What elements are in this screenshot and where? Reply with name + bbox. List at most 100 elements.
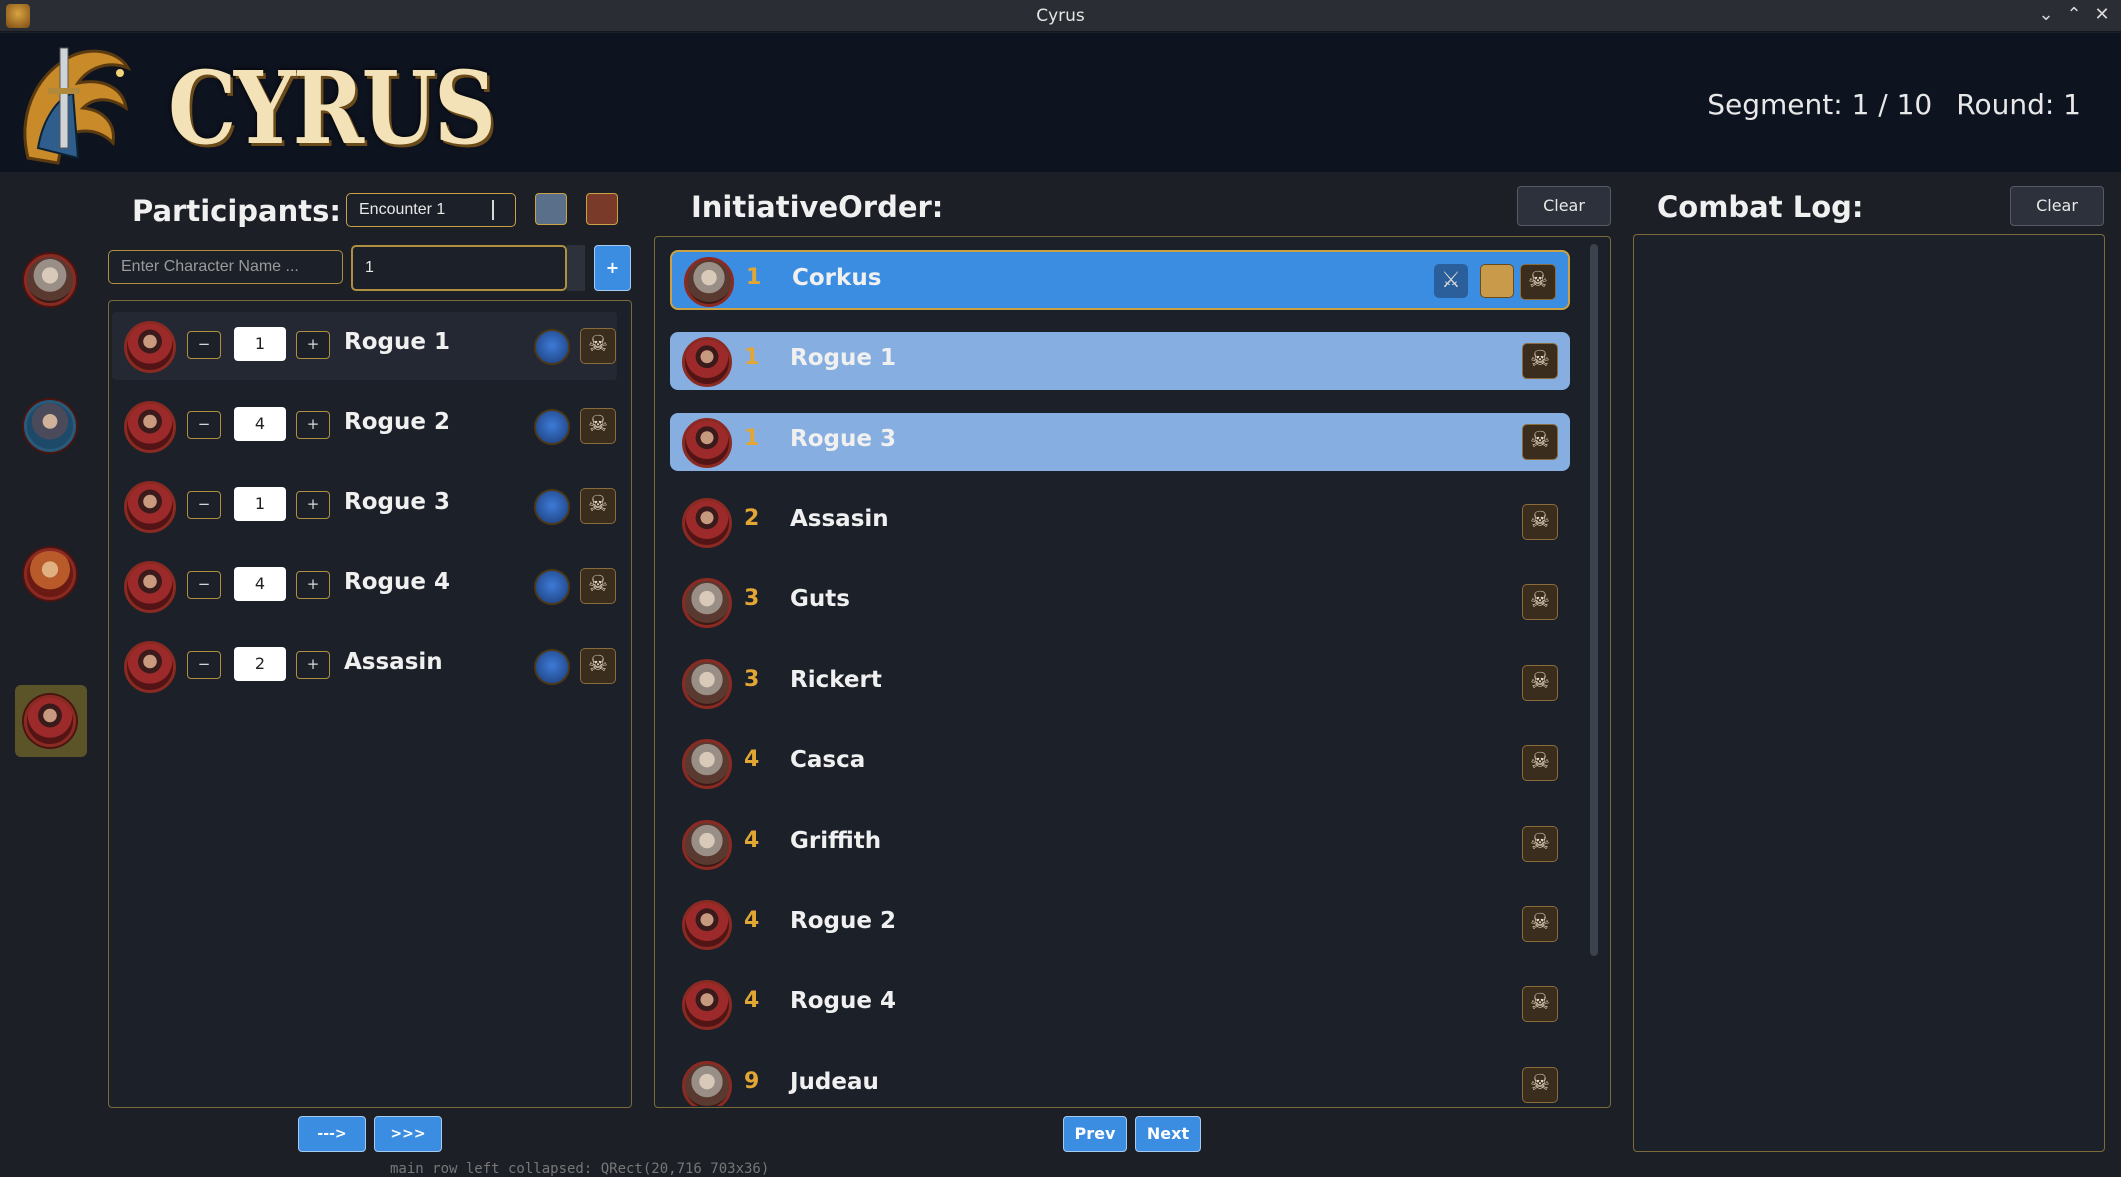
participant-row[interactable]: − 4 + Rogue 2 ☠ — [112, 392, 617, 460]
character-name-input[interactable] — [108, 250, 343, 284]
initiative-avatar — [682, 820, 732, 870]
add-all-button[interactable]: >>> — [374, 1116, 442, 1152]
skull-icon[interactable]: ☠ — [580, 568, 616, 604]
add-selected-button[interactable]: ---> — [298, 1116, 366, 1152]
participant-row[interactable]: − 1 + Rogue 3 ☠ — [112, 472, 617, 540]
hooded-figure-icon[interactable] — [534, 409, 570, 445]
count-spinner[interactable] — [567, 245, 585, 291]
quantity-field[interactable]: 4 — [234, 567, 286, 601]
initiative-row[interactable]: 4 Rogue 2 ☠ — [670, 895, 1570, 953]
spellbook-icon[interactable] — [1480, 264, 1514, 298]
increment-button[interactable]: + — [296, 491, 330, 519]
clear-log-button[interactable]: Clear — [2010, 186, 2104, 226]
initiative-number: 3 — [744, 667, 760, 692]
quantity-field[interactable]: 4 — [234, 407, 286, 441]
window-title: Cyrus — [1036, 6, 1085, 26]
initiative-row[interactable]: 2 Assasin ☠ — [670, 493, 1570, 551]
skull-icon[interactable]: ☠ — [1522, 826, 1558, 862]
quantity-field[interactable]: 1 — [234, 487, 286, 521]
maximize-icon[interactable]: ⌃ — [2062, 3, 2086, 27]
initiative-heading: InitiativeOrder: — [691, 190, 944, 224]
decrement-button[interactable]: − — [187, 491, 221, 519]
hooded-figure-icon[interactable] — [534, 649, 570, 685]
app-logo-text: CYRUS — [168, 49, 496, 167]
participant-row[interactable]: − 1 + Rogue 1 ☠ — [112, 312, 617, 380]
initiative-row-active[interactable]: 1 Corkus ⚔ ☠ — [670, 250, 1570, 310]
initiative-avatar — [682, 980, 732, 1030]
participant-name: Rogue 1 — [344, 329, 450, 355]
initiative-number: 2 — [744, 506, 760, 531]
initiative-name: Guts — [790, 586, 850, 612]
dragon-logo-icon — [8, 38, 168, 170]
clear-initiative-button[interactable]: Clear — [1517, 186, 1611, 226]
initiative-avatar — [682, 337, 732, 387]
next-turn-button[interactable]: Next — [1135, 1116, 1201, 1152]
load-encounter-icon[interactable] — [535, 193, 567, 225]
increment-button[interactable]: + — [296, 651, 330, 679]
skull-icon[interactable]: ☠ — [1520, 264, 1556, 300]
skull-icon[interactable]: ☠ — [1522, 343, 1558, 379]
skull-icon[interactable]: ☠ — [1522, 504, 1558, 540]
increment-button[interactable]: + — [296, 571, 330, 599]
initiative-row[interactable]: 1 Rogue 1 ☠ — [670, 332, 1570, 390]
skull-icon[interactable]: ☠ — [1522, 584, 1558, 620]
participant-row[interactable]: − 2 + Assasin ☠ — [112, 632, 617, 700]
initiative-number: 4 — [744, 988, 760, 1013]
initiative-number: 4 — [744, 908, 760, 933]
initiative-number: 1 — [744, 345, 760, 370]
hooded-figure-icon[interactable] — [534, 569, 570, 605]
skull-icon[interactable]: ☠ — [1522, 986, 1558, 1022]
save-encounter-icon[interactable] — [586, 193, 618, 225]
initiative-scrollbar[interactable] — [1590, 244, 1598, 956]
hooded-figure-icon[interactable] — [534, 489, 570, 525]
skull-icon[interactable]: ☠ — [580, 488, 616, 524]
prev-turn-button[interactable]: Prev — [1063, 1116, 1127, 1152]
rail-avatar-rogue[interactable] — [24, 695, 76, 747]
round-counter: Round: 1 — [1956, 88, 2081, 121]
decrement-button[interactable]: − — [187, 651, 221, 679]
initiative-row[interactable]: 4 Rogue 4 ☠ — [670, 975, 1570, 1033]
minimize-icon[interactable]: ⌄ — [2034, 3, 2058, 27]
encounter-select[interactable] — [346, 193, 516, 227]
initiative-number: 1 — [744, 426, 760, 451]
skull-icon[interactable]: ☠ — [580, 408, 616, 444]
initiative-row[interactable]: 4 Casca ☠ — [670, 734, 1570, 792]
character-count-input[interactable] — [351, 245, 567, 291]
initiative-name: Rogue 1 — [790, 345, 896, 371]
initiative-row[interactable]: 4 Griffith ☠ — [670, 815, 1570, 873]
rail-avatar-old-man[interactable] — [24, 254, 76, 306]
skull-icon[interactable]: ☠ — [1522, 665, 1558, 701]
rail-avatar-warrior[interactable] — [24, 400, 76, 452]
initiative-number: 4 — [744, 747, 760, 772]
close-icon[interactable]: ✕ — [2090, 3, 2114, 27]
decrement-button[interactable]: − — [187, 411, 221, 439]
add-participant-button[interactable]: + — [594, 245, 631, 291]
skull-icon[interactable]: ☠ — [1522, 906, 1558, 942]
skull-icon[interactable]: ☠ — [580, 648, 616, 684]
combat-log-panel — [1633, 234, 2105, 1152]
initiative-number: 9 — [744, 1069, 760, 1094]
skull-icon[interactable]: ☠ — [1522, 1067, 1558, 1103]
skull-icon[interactable]: ☠ — [580, 328, 616, 364]
quantity-field[interactable]: 2 — [234, 647, 286, 681]
skull-icon[interactable]: ☠ — [1522, 424, 1558, 460]
hooded-figure-icon[interactable] — [534, 329, 570, 365]
initiative-row[interactable]: 3 Rickert ☠ — [670, 654, 1570, 712]
quantity-field[interactable]: 1 — [234, 327, 286, 361]
initiative-row[interactable]: 9 Judeau ☠ — [670, 1056, 1570, 1106]
initiative-number: 1 — [746, 265, 762, 290]
participant-row[interactable]: − 4 + Rogue 4 ☠ — [112, 552, 617, 620]
participant-name: Rogue 2 — [344, 409, 450, 435]
increment-button[interactable]: + — [296, 411, 330, 439]
rail-avatar-ranger[interactable] — [24, 548, 76, 600]
decrement-button[interactable]: − — [187, 331, 221, 359]
participant-name: Assasin — [344, 649, 443, 675]
skull-icon[interactable]: ☠ — [1522, 745, 1558, 781]
decrement-button[interactable]: − — [187, 571, 221, 599]
initiative-avatar — [684, 257, 734, 307]
sword-attack-icon[interactable]: ⚔ — [1434, 264, 1468, 298]
initiative-row[interactable]: 3 Guts ☠ — [670, 573, 1570, 631]
initiative-avatar — [682, 578, 732, 628]
initiative-row[interactable]: 1 Rogue 3 ☠ — [670, 413, 1570, 471]
increment-button[interactable]: + — [296, 331, 330, 359]
